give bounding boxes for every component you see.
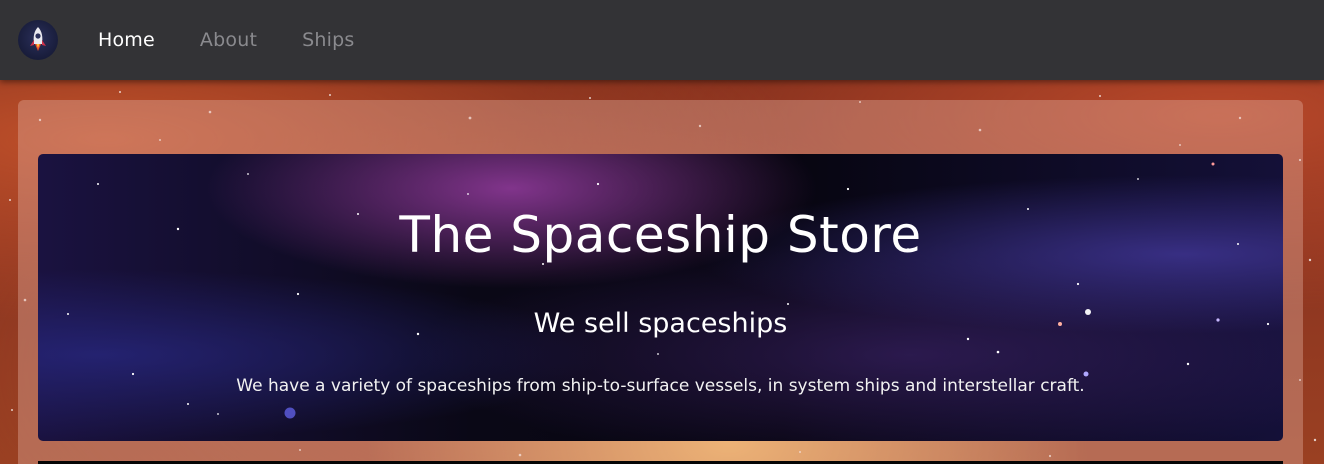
- nav-link-home[interactable]: Home: [98, 29, 155, 51]
- hero-starfield: [67, 162, 1270, 419]
- nav-link-about[interactable]: About: [200, 29, 257, 51]
- nav-link-ships[interactable]: Ships: [302, 29, 354, 51]
- hero-subtitle: We sell spaceships: [533, 308, 788, 339]
- hero-title: The Spaceship Store: [399, 206, 922, 264]
- rocket-icon[interactable]: [18, 20, 58, 60]
- hero-banner: The Spaceship Store We sell spaceships W…: [38, 154, 1283, 441]
- hero-description: We have a variety of spaceships from shi…: [236, 376, 1085, 396]
- nav-links: Home About Ships: [98, 29, 354, 51]
- top-navbar: Home About Ships: [0, 0, 1324, 80]
